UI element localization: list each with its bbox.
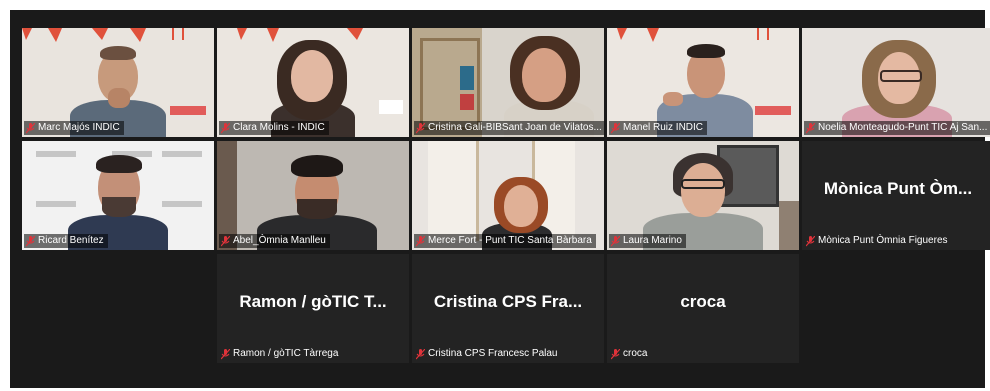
- participant-name-label: Mònica Punt Òmnia Figueres: [804, 234, 952, 248]
- participant-name: Noelia Monteagudo-Punt TIC Aj San...: [818, 122, 988, 133]
- participant-name: Laura Marino: [623, 235, 682, 246]
- participant-name-label: Marc Majós INDIC: [24, 121, 124, 135]
- participant-tile[interactable]: Laura Marino: [607, 141, 799, 250]
- participant-name-label: Merce Fort - Punt TIC Santa Bàrbara: [414, 234, 596, 248]
- participant-tile[interactable]: Marc Majós INDIC: [22, 28, 214, 137]
- participant-name-label: Laura Marino: [609, 234, 686, 248]
- participant-tile[interactable]: Clara Molins - INDIC: [217, 28, 409, 137]
- participant-tile[interactable]: Merce Fort - Punt TIC Santa Bàrbara: [412, 141, 604, 250]
- participant-name: Cristina CPS Francesc Palau: [428, 348, 558, 359]
- participant-tile[interactable]: croca croca: [607, 254, 799, 363]
- participant-tile[interactable]: Cristina Gali-BIBSant Joan de Vilatos...: [412, 28, 604, 137]
- participant-display-name: Cristina CPS Fra...: [433, 292, 583, 311]
- participant-name-label: croca: [609, 347, 651, 361]
- mic-muted-icon: [26, 235, 35, 246]
- mic-muted-icon: [806, 122, 815, 133]
- participant-name: Abel_Òmnia Manlleu: [233, 235, 326, 246]
- mic-muted-icon: [416, 122, 425, 133]
- participant-name: Clara Molins - INDIC: [233, 122, 325, 133]
- mic-muted-icon: [221, 348, 230, 359]
- participant-name-label: Manel Ruiz INDIC: [609, 121, 708, 135]
- participant-name-label: Cristina CPS Francesc Palau: [414, 347, 562, 361]
- mic-muted-icon: [611, 348, 620, 359]
- participant-tile[interactable]: Ricard Benítez: [22, 141, 214, 250]
- mic-muted-icon: [611, 122, 620, 133]
- participant-tile[interactable]: Cristina CPS Fra... Cristina CPS Frances…: [412, 254, 604, 363]
- participant-display-name: Ramon / gòTIC T...: [239, 292, 387, 311]
- gallery-view: Marc Majós INDIC Clara Molins - INDIC Cr…: [10, 10, 990, 388]
- participant-name: Ramon / gòTIC Tàrrega: [233, 348, 339, 359]
- participant-name: Cristina Gali-BIBSant Joan de Vilatos...: [428, 122, 602, 133]
- participant-name-label: Ramon / gòTIC Tàrrega: [219, 347, 342, 361]
- participant-name: Ricard Benítez: [38, 235, 104, 246]
- participant-name: Merce Fort - Punt TIC Santa Bàrbara: [428, 235, 592, 246]
- participant-tile-active-speaker[interactable]: Manel Ruiz INDIC: [607, 28, 799, 137]
- mic-muted-icon: [416, 235, 425, 246]
- participant-tile[interactable]: Abel_Òmnia Manlleu: [217, 141, 409, 250]
- participant-tile[interactable]: Mònica Punt Òm... Mònica Punt Òmnia Figu…: [802, 141, 990, 250]
- participant-tile[interactable]: Noelia Monteagudo-Punt TIC Aj San...: [802, 28, 990, 137]
- mic-muted-icon: [806, 235, 815, 246]
- participant-name: Mònica Punt Òmnia Figueres: [818, 235, 948, 246]
- participant-name-label: Cristina Gali-BIBSant Joan de Vilatos...: [414, 121, 604, 135]
- mic-muted-icon: [221, 235, 230, 246]
- mic-muted-icon: [416, 348, 425, 359]
- mic-muted-icon: [611, 235, 620, 246]
- participant-name-label: Clara Molins - INDIC: [219, 121, 329, 135]
- participant-name: croca: [623, 348, 648, 359]
- participant-display-name: Mònica Punt Òm...: [823, 179, 973, 198]
- participant-name-label: Ricard Benítez: [24, 234, 108, 248]
- participant-name: Marc Majós INDIC: [38, 122, 120, 133]
- participant-name: Manel Ruiz INDIC: [623, 122, 704, 133]
- mic-muted-icon: [221, 122, 230, 133]
- participant-name-label: Abel_Òmnia Manlleu: [219, 234, 330, 248]
- participant-display-name: croca: [680, 292, 726, 311]
- participant-name-label: Noelia Monteagudo-Punt TIC Aj San...: [804, 121, 990, 135]
- mic-muted-icon: [26, 122, 35, 133]
- participant-tile[interactable]: Ramon / gòTIC T... Ramon / gòTIC Tàrrega: [217, 254, 409, 363]
